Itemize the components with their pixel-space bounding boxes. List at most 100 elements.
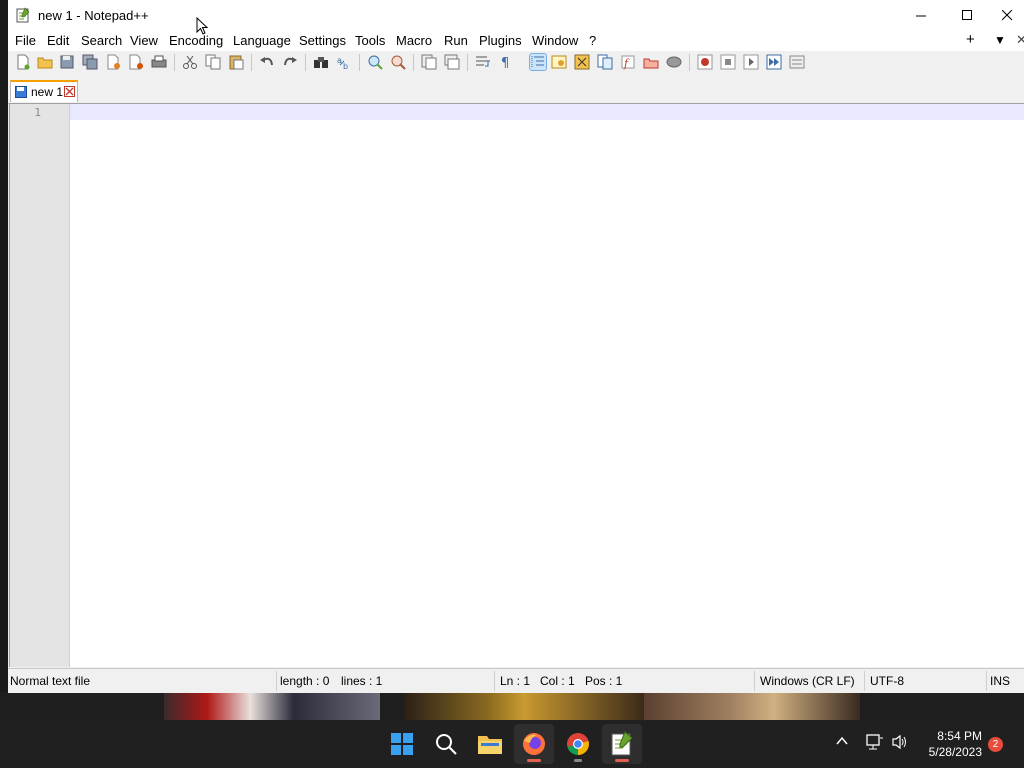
chevron-up-icon [836, 736, 848, 745]
line-number-gutter: 1 [10, 104, 70, 667]
open-file-icon[interactable] [37, 54, 53, 70]
run-macro-multiple-icon[interactable] [766, 54, 782, 70]
copy-icon[interactable] [205, 54, 221, 70]
volume-icon[interactable] [892, 734, 908, 750]
new-tab-button[interactable]: + [966, 31, 975, 48]
playback-icon[interactable] [743, 54, 759, 70]
toolbar-separator [689, 54, 690, 71]
zoom-out-icon[interactable] [390, 54, 406, 70]
menu-search[interactable]: Search [81, 33, 122, 48]
notepad-plus-plus-icon [16, 7, 30, 23]
status-separator [754, 671, 755, 691]
status-separator [864, 671, 865, 691]
status-bar: Normal text file length : 0 lines : 1 Ln… [8, 668, 1024, 693]
sync-horizontal-icon[interactable] [444, 54, 460, 70]
toolbar-separator [174, 54, 175, 71]
title-bar[interactable]: new 1 - Notepad++ [8, 0, 1024, 31]
tab-close-button[interactable] [64, 86, 75, 97]
close-window-button[interactable] [990, 0, 1024, 31]
status-lines: lines : 1 [341, 674, 383, 688]
maximize-button[interactable] [944, 0, 990, 31]
redo-icon[interactable] [282, 54, 298, 70]
text-editor[interactable]: 1 [9, 103, 1024, 667]
close-icon[interactable] [105, 54, 121, 70]
tab-label: new 1 [31, 85, 64, 99]
save-all-icon[interactable] [82, 54, 98, 70]
status-length: length : 0 [280, 674, 330, 688]
file-explorer-button[interactable] [470, 724, 510, 764]
svg-text:¶: ¶ [501, 56, 509, 70]
chrome-button[interactable] [558, 724, 598, 764]
tab-bar: new 1 [8, 75, 1024, 104]
file-explorer-icon [478, 736, 502, 754]
toolbar-separator [359, 54, 360, 71]
desktop-thumbnail [404, 692, 644, 720]
menu-help[interactable]: ? [589, 33, 596, 48]
status-encoding[interactable]: UTF-8 [870, 674, 904, 688]
print-icon[interactable] [151, 54, 167, 70]
minimize-icon [915, 15, 926, 17]
close-icon [1001, 10, 1012, 21]
clock-time[interactable]: 8:54 PM [910, 729, 982, 743]
save-macro-icon[interactable] [789, 54, 805, 70]
svg-text:b: b [343, 62, 348, 70]
find-icon[interactable] [313, 54, 329, 70]
network-icon[interactable] [866, 734, 884, 750]
close-tab-button[interactable]: ✕ [1016, 32, 1024, 48]
minimize-button[interactable] [898, 0, 944, 31]
desktop-thumbnail [644, 692, 860, 720]
tab-new-1[interactable]: new 1 [10, 80, 78, 102]
current-line-highlight[interactable] [70, 104, 1024, 120]
user-defined-language-icon[interactable] [551, 54, 567, 70]
word-wrap-icon[interactable] [475, 54, 491, 70]
close-all-icon[interactable] [128, 54, 144, 70]
speech-icon[interactable] [666, 54, 682, 70]
menu-window[interactable]: Window [532, 33, 578, 48]
show-hidden-icons-button[interactable] [836, 734, 848, 750]
status-eol[interactable]: Windows (CR LF) [760, 674, 855, 688]
toolbar-separator [467, 54, 468, 71]
indent-guide-icon[interactable] [529, 53, 547, 71]
notification-badge[interactable]: 2 [988, 737, 1003, 752]
sync-vertical-icon[interactable] [421, 54, 437, 70]
undo-icon[interactable] [259, 54, 275, 70]
document-map-icon[interactable] [574, 54, 590, 70]
close-icon [65, 87, 74, 96]
stop-recording-icon[interactable] [720, 54, 736, 70]
tab-list-button[interactable]: ▼ [994, 33, 1006, 47]
replace-icon[interactable]: ab [336, 54, 352, 70]
status-separator [276, 671, 277, 691]
window-title: new 1 - Notepad++ [38, 8, 149, 23]
folder-as-workspace-icon[interactable]: f [620, 54, 636, 70]
status-insert-mode[interactable]: INS [990, 674, 1010, 688]
menu-edit[interactable]: Edit [47, 33, 69, 48]
zoom-in-icon[interactable] [367, 54, 383, 70]
status-file-type: Normal text file [10, 674, 91, 688]
function-list-icon[interactable] [597, 54, 613, 70]
paste-icon[interactable] [228, 54, 244, 70]
firefox-button[interactable] [514, 724, 554, 764]
menu-settings[interactable]: Settings [299, 33, 346, 48]
toolbar: ab ¶ f [8, 51, 1024, 76]
save-icon[interactable] [59, 54, 75, 70]
new-file-icon[interactable] [15, 54, 31, 70]
start-recording-icon[interactable] [697, 54, 713, 70]
menu-run[interactable]: Run [444, 33, 468, 48]
menu-file[interactable]: File [15, 33, 36, 48]
notepad-plus-plus-button[interactable] [602, 724, 642, 764]
taskbar-search-button[interactable] [426, 724, 466, 764]
cut-icon[interactable] [182, 54, 198, 70]
menu-plugins[interactable]: Plugins [479, 33, 522, 48]
taskbar: 8:54 PM 5/28/2023 2 [0, 720, 1024, 768]
show-all-characters-icon[interactable]: ¶ [498, 54, 514, 70]
clock-date[interactable]: 5/28/2023 [910, 745, 982, 759]
menu-language[interactable]: Language [233, 33, 291, 48]
status-line: Ln : 1 [500, 674, 531, 688]
notepad-plus-plus-window: new 1 - Notepad++ File Edit Search View … [0, 0, 1024, 693]
menu-tools[interactable]: Tools [355, 33, 385, 48]
monitoring-icon[interactable] [643, 54, 659, 70]
menu-macro[interactable]: Macro [396, 33, 432, 48]
menu-view[interactable]: View [130, 33, 158, 48]
status-column: Col : 1 [540, 674, 575, 688]
start-button[interactable] [382, 724, 422, 764]
